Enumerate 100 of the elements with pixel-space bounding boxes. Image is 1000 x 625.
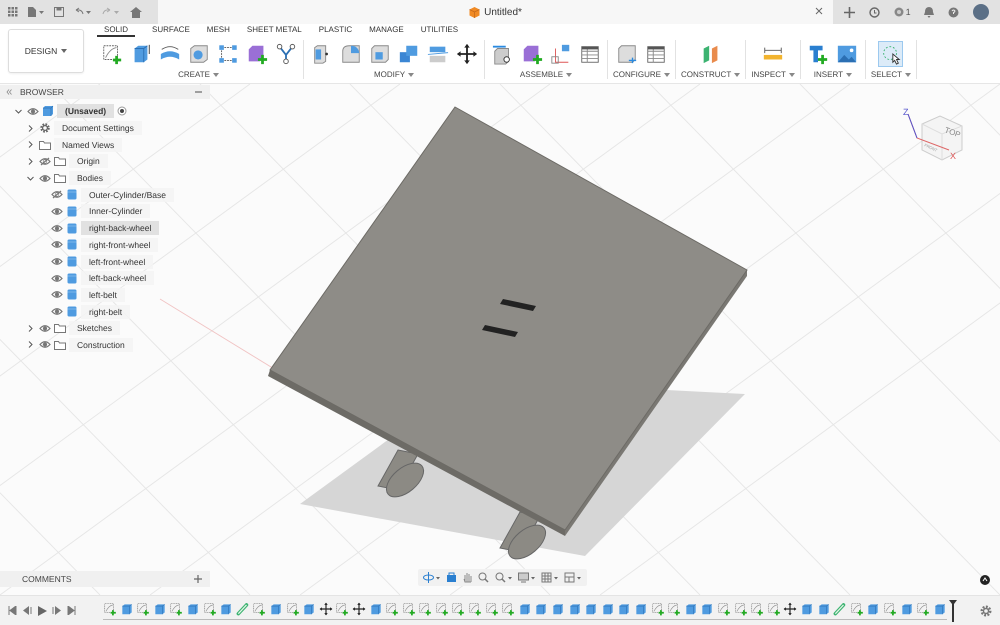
caret-icon <box>788 72 795 76</box>
minimize-icon[interactable] <box>195 91 202 93</box>
eye-icon[interactable] <box>51 274 63 283</box>
sketch-plus-icon <box>451 602 466 616</box>
orbit-icon[interactable] <box>423 572 441 583</box>
zoom-icon[interactable] <box>478 572 490 583</box>
file-menu-icon[interactable] <box>28 7 44 17</box>
body-icon <box>617 602 632 616</box>
timeline-feature[interactable] <box>783 602 798 616</box>
zoom-window-icon[interactable] <box>495 572 513 583</box>
play-icon[interactable] <box>37 606 47 616</box>
ribbon-tab[interactable]: SHEET METAL <box>246 25 302 37</box>
group-menu[interactable]: SELECT <box>870 70 912 79</box>
group-menu[interactable]: CONSTRUCT <box>681 70 740 79</box>
group-menu[interactable]: CREATE <box>178 70 219 79</box>
tree-item-label[interactable]: Sketches <box>69 321 120 336</box>
group-menu[interactable]: MODIFY <box>374 70 414 79</box>
apps-grid-icon[interactable] <box>8 7 18 17</box>
timeline-feature[interactable] <box>352 602 366 616</box>
chevron-right-icon[interactable] <box>26 158 34 165</box>
eye-icon[interactable] <box>51 240 63 250</box>
chevron-right-icon[interactable] <box>26 324 34 332</box>
timeline-feature[interactable] <box>318 602 333 616</box>
body-icon <box>634 602 648 616</box>
tree-item-label[interactable]: right-belt <box>81 304 130 319</box>
save-icon[interactable] <box>54 7 64 17</box>
add-button[interactable] <box>844 6 855 18</box>
body-icon <box>186 602 200 616</box>
cube-icon <box>616 43 638 65</box>
group-menu[interactable]: INSPECT <box>751 70 795 79</box>
collapse-icon[interactable] <box>6 89 12 95</box>
previous-step-icon[interactable] <box>22 606 32 615</box>
tree-item-label[interactable]: left-back-wheel <box>81 271 154 286</box>
table-icon <box>578 43 600 65</box>
chevron-right-icon[interactable] <box>26 341 34 348</box>
ribbon-tab[interactable]: MESH <box>206 25 230 37</box>
eye-icon[interactable] <box>51 290 63 300</box>
eye-hidden-icon[interactable] <box>51 190 63 200</box>
tool-button[interactable] <box>878 41 904 67</box>
workspace-dropdown[interactable]: DESIGN <box>8 29 84 73</box>
chevron-down-icon[interactable] <box>26 174 34 182</box>
eye-icon[interactable] <box>39 340 51 350</box>
avatar[interactable] <box>973 4 990 20</box>
help-button[interactable] <box>948 6 960 18</box>
grid-icon[interactable] <box>541 572 559 583</box>
undo-icon[interactable] <box>74 7 92 17</box>
tree-item-label[interactable]: Construction <box>69 338 133 352</box>
timeline-marker[interactable] <box>948 600 957 622</box>
tree-item-label[interactable]: right-front-wheel <box>81 238 158 252</box>
next-step-icon[interactable] <box>52 606 62 615</box>
last-frame-icon[interactable] <box>67 606 76 615</box>
group-menu[interactable]: ASSEMBLE <box>520 70 572 79</box>
body-icon <box>67 222 77 234</box>
tree-item-label[interactable]: left-front-wheel <box>81 254 154 269</box>
first-frame-icon[interactable] <box>8 606 17 615</box>
viewports-icon[interactable] <box>564 572 582 583</box>
add-icon[interactable] <box>194 575 202 583</box>
job-status-button[interactable]: 1 <box>894 7 911 17</box>
ribbon-tab[interactable]: UTILITIES <box>420 25 458 37</box>
eye-icon[interactable] <box>51 257 63 266</box>
tree-item-label[interactable]: Inner-Cylinder <box>81 204 150 218</box>
eye-icon[interactable] <box>27 106 39 116</box>
body-icon <box>67 289 77 300</box>
active-radio-icon[interactable] <box>117 106 128 116</box>
home-icon[interactable] <box>130 6 142 18</box>
tree-item-label[interactable]: (Unsaved) <box>57 104 114 118</box>
ribbon-tab[interactable]: SURFACE <box>152 25 190 37</box>
tree-item-label[interactable]: Outer-Cylinder/Base <box>81 188 174 202</box>
chevron-right-icon[interactable] <box>26 124 34 132</box>
folder-icon <box>39 140 51 150</box>
chevron-down-icon[interactable] <box>14 108 22 115</box>
eye-icon[interactable] <box>51 307 63 316</box>
chevron-right-icon[interactable] <box>26 141 34 148</box>
eye-hidden-icon[interactable] <box>39 156 51 166</box>
tree-item-label[interactable]: left-belt <box>81 288 125 302</box>
display-icon[interactable] <box>518 572 536 583</box>
tree-item-label[interactable]: Document Settings <box>54 121 142 136</box>
insert-plus-icon <box>807 43 830 65</box>
close-button[interactable] <box>813 5 825 17</box>
group-menu[interactable]: INSERT <box>814 70 852 79</box>
eye-icon[interactable] <box>51 224 63 233</box>
move-arrows-icon <box>456 43 478 65</box>
tree-item-label[interactable]: Origin <box>69 154 108 168</box>
feedback-icon[interactable] <box>980 575 990 585</box>
tree-item-label[interactable]: Named Views <box>54 138 122 152</box>
eye-icon[interactable] <box>39 174 51 183</box>
ribbon-tab[interactable]: SOLID <box>97 25 135 37</box>
clock-button[interactable] <box>868 6 880 18</box>
pan-hand-icon[interactable] <box>462 572 473 583</box>
caret-icon <box>408 72 414 76</box>
notifications-button[interactable] <box>924 6 934 18</box>
eye-icon[interactable] <box>39 324 51 333</box>
eye-icon[interactable] <box>51 206 63 216</box>
settings-icon[interactable] <box>980 604 992 616</box>
document-tab[interactable]: Untitled* <box>158 0 833 24</box>
group-menu[interactable]: CONFIGURE <box>613 70 670 79</box>
ribbon-tab[interactable]: PLASTIC <box>318 25 352 37</box>
tree-item-label[interactable]: right-back-wheel <box>81 221 160 236</box>
ribbon-tab[interactable]: MANAGE <box>369 25 404 37</box>
tree-item-label[interactable]: Bodies <box>69 171 111 186</box>
